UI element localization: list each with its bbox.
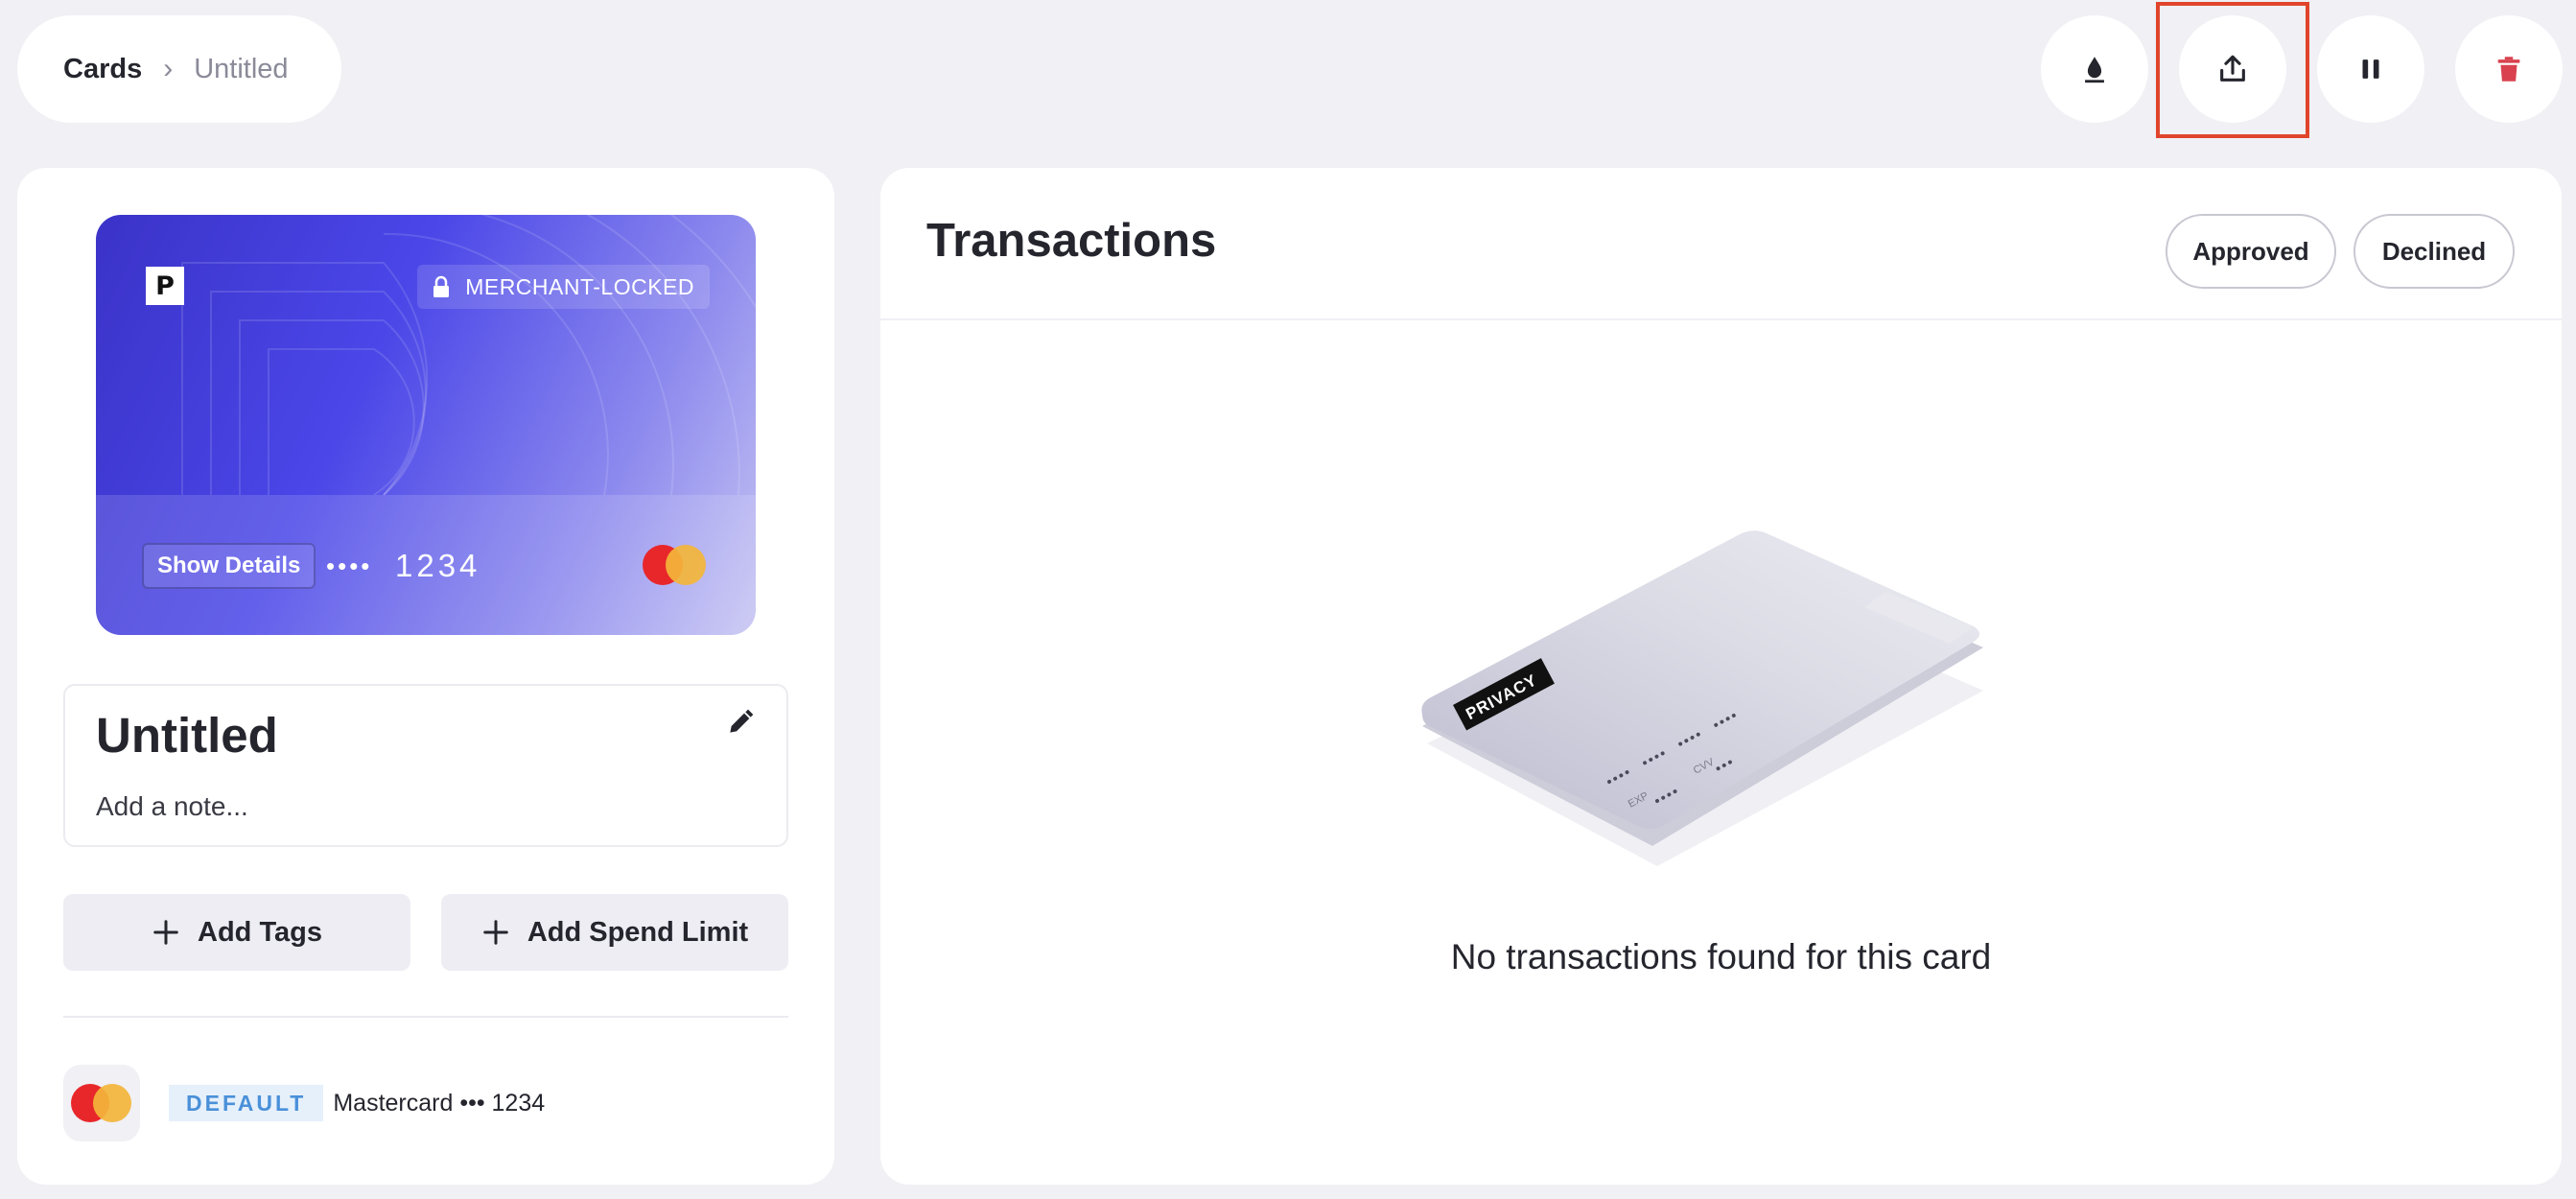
breadcrumb: Cards › Untitled xyxy=(17,15,341,123)
merchant-locked-label: MERCHANT-LOCKED xyxy=(465,273,694,299)
add-tags-button[interactable]: Add Tags xyxy=(63,894,410,971)
funding-source-label: Mastercard ••• 1234 xyxy=(333,1089,546,1117)
mastercard-logo xyxy=(643,545,706,585)
pencil-icon[interactable] xyxy=(725,707,756,738)
filter-declined[interactable]: Declined xyxy=(2354,214,2515,289)
filter-approved[interactable]: Approved xyxy=(2166,214,2336,289)
card-name: Untitled xyxy=(96,708,278,763)
upload-icon xyxy=(2220,55,2245,82)
drop-icon xyxy=(2085,57,2104,83)
mastercard-icon xyxy=(63,1065,140,1141)
pause-button[interactable] xyxy=(2317,15,2424,123)
privacy-logo: P xyxy=(146,267,184,305)
fund-button[interactable] xyxy=(2041,15,2148,123)
chevron-right-icon: › xyxy=(163,53,174,84)
transactions-title: Transactions xyxy=(926,215,1217,267)
empty-card-illustration: PRIVACY EXP CVV xyxy=(1421,530,1983,866)
breadcrumb-cards-link[interactable]: Cards xyxy=(63,54,142,85)
card-pattern-art xyxy=(181,215,756,495)
merchant-locked-badge: MERCHANT-LOCKED xyxy=(417,265,710,309)
show-details-button[interactable]: Show Details xyxy=(142,543,316,589)
virtual-card: P MERCHANT-LOCKED Show Details •••• 1234 xyxy=(96,215,756,635)
plus-icon xyxy=(483,920,508,945)
pause-icon xyxy=(2362,59,2379,79)
plus-icon xyxy=(153,920,178,945)
add-spend-limit-button[interactable]: Add Spend Limit xyxy=(441,894,788,971)
divider xyxy=(880,318,2562,320)
funding-source-row[interactable]: DEFAULT Mastercard ••• 1234 xyxy=(63,1065,545,1141)
card-name-box[interactable]: Untitled Add a note... xyxy=(63,684,788,847)
card-note-input[interactable]: Add a note... xyxy=(96,791,248,822)
divider xyxy=(63,1016,788,1018)
add-spend-limit-label: Add Spend Limit xyxy=(527,916,749,948)
card-last4: 1234 xyxy=(395,548,481,583)
add-tags-label: Add Tags xyxy=(198,916,322,948)
share-button[interactable] xyxy=(2179,15,2286,123)
card-detail-panel: P MERCHANT-LOCKED Show Details •••• 1234… xyxy=(17,168,834,1185)
transactions-panel: Transactions Approved Declined PRIVACY E… xyxy=(880,168,2562,1185)
lock-icon xyxy=(433,275,450,297)
card-number-mask: •••• xyxy=(326,552,373,580)
trash-icon xyxy=(2497,57,2520,82)
breadcrumb-current: Untitled xyxy=(194,53,289,84)
delete-button[interactable] xyxy=(2455,15,2563,123)
default-badge: DEFAULT xyxy=(169,1085,324,1121)
empty-state-message: No transactions found for this card xyxy=(1450,937,1992,976)
